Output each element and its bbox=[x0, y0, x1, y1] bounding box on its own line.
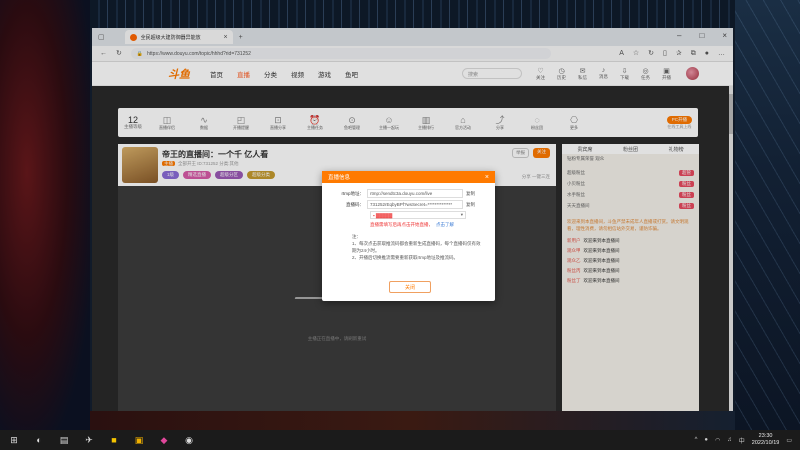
file-explorer-icon[interactable]: ▤ bbox=[58, 434, 70, 446]
close-button[interactable]: 关闭 bbox=[389, 281, 431, 293]
tray-app-icon[interactable]: ● bbox=[704, 437, 708, 443]
clock-date: 2022/10/19 bbox=[751, 440, 780, 446]
desktop-wallpaper-right bbox=[735, 0, 800, 430]
dialog-title: 直播信息 bbox=[328, 175, 351, 181]
language-icon[interactable]: 中 bbox=[739, 436, 745, 445]
desktop-wallpaper-top bbox=[90, 0, 735, 28]
code-label: 直播码： bbox=[346, 201, 364, 207]
chevron-up-icon[interactable]: ^ bbox=[695, 437, 698, 443]
dialog-close-icon[interactable]: × bbox=[485, 174, 489, 181]
rtmp-field[interactable]: rtmp://sendtc3a.douyu.com/live bbox=[367, 189, 463, 198]
edge-browser-icon[interactable]: ◐ bbox=[33, 434, 45, 446]
desktop-wallpaper-bottom bbox=[90, 411, 735, 430]
copy-rtmp-button[interactable]: 复制 bbox=[466, 191, 475, 197]
stream-code-field[interactable]: 731252rEqbyBPf?wsSecret=************** bbox=[367, 200, 463, 209]
clock-time: 23:30 bbox=[758, 433, 773, 439]
dialog-warning: 直播需填写后再点击开始直播， 点击了解 bbox=[370, 222, 454, 228]
system-tray: ^ ● ◠ ♫ 中 23:30 2022/10/19 ▭ bbox=[695, 433, 792, 447]
chevron-down-icon: ▾ bbox=[460, 212, 463, 217]
code-row: 直播码： 731252rEqbyBPf?wsSecret=***********… bbox=[322, 200, 495, 209]
browser-window: ▢ 全民超级大建防御器异能放 × + – □ × ← ↻ 🔒 https://w… bbox=[92, 28, 733, 411]
obs-app-icon[interactable]: ◉ bbox=[183, 434, 195, 446]
note-2: 2、开播后切换推流需要重新获取rtmp地址及推流码。 bbox=[352, 255, 459, 260]
volume-icon[interactable]: ♫ bbox=[727, 437, 732, 443]
learn-more-link[interactable]: 点击了解 bbox=[436, 222, 454, 227]
desktop-wallpaper-left bbox=[0, 0, 90, 430]
line-select-value: ▪ ▓▓▓▓▓ bbox=[373, 212, 393, 218]
notification-icon[interactable]: ▭ bbox=[786, 437, 792, 444]
notes-title: 注： bbox=[352, 234, 361, 239]
windows-start-icon[interactable]: ⊞ bbox=[8, 434, 20, 446]
dialog-notes: 注： 1、每次点击获取推流码都会重新生成直播码，每个直播码仅有效期为24小时。 … bbox=[352, 233, 482, 261]
line-select[interactable]: ▪ ▓▓▓▓▓ ▾ bbox=[370, 211, 466, 219]
rtmp-row: rtmp地址： rtmp://sendtc3a.douyu.com/live 复… bbox=[322, 189, 495, 198]
pink-app-icon[interactable]: ◆ bbox=[158, 434, 170, 446]
dialog-header: 直播信息 × bbox=[322, 171, 495, 183]
live-info-dialog: 直播信息 × rtmp地址： rtmp://sendtc3a.douyu.com… bbox=[322, 171, 495, 301]
warning-text: 直播需填写后再点击开始直播， bbox=[370, 222, 433, 227]
game-app-icon[interactable]: ▣ bbox=[133, 434, 145, 446]
wifi-icon[interactable]: ◠ bbox=[715, 437, 720, 444]
rtmp-label: rtmp地址： bbox=[341, 190, 365, 196]
yellow-app-icon[interactable]: ■ bbox=[108, 434, 120, 446]
plane-app-icon[interactable]: ✈ bbox=[83, 434, 95, 446]
note-1: 1、每次点击获取推流码都会重新生成直播码，每个直播码仅有效期为24小时。 bbox=[352, 241, 481, 253]
copy-code-button[interactable]: 复制 bbox=[466, 202, 475, 208]
clock[interactable]: 23:30 2022/10/19 bbox=[752, 433, 780, 447]
windows-taskbar: ⊞ ◐ ▤ ✈ ■ ▣ ◆ ◉ ^ ● ◠ ♫ 中 23:30 2022/10/… bbox=[0, 430, 800, 450]
